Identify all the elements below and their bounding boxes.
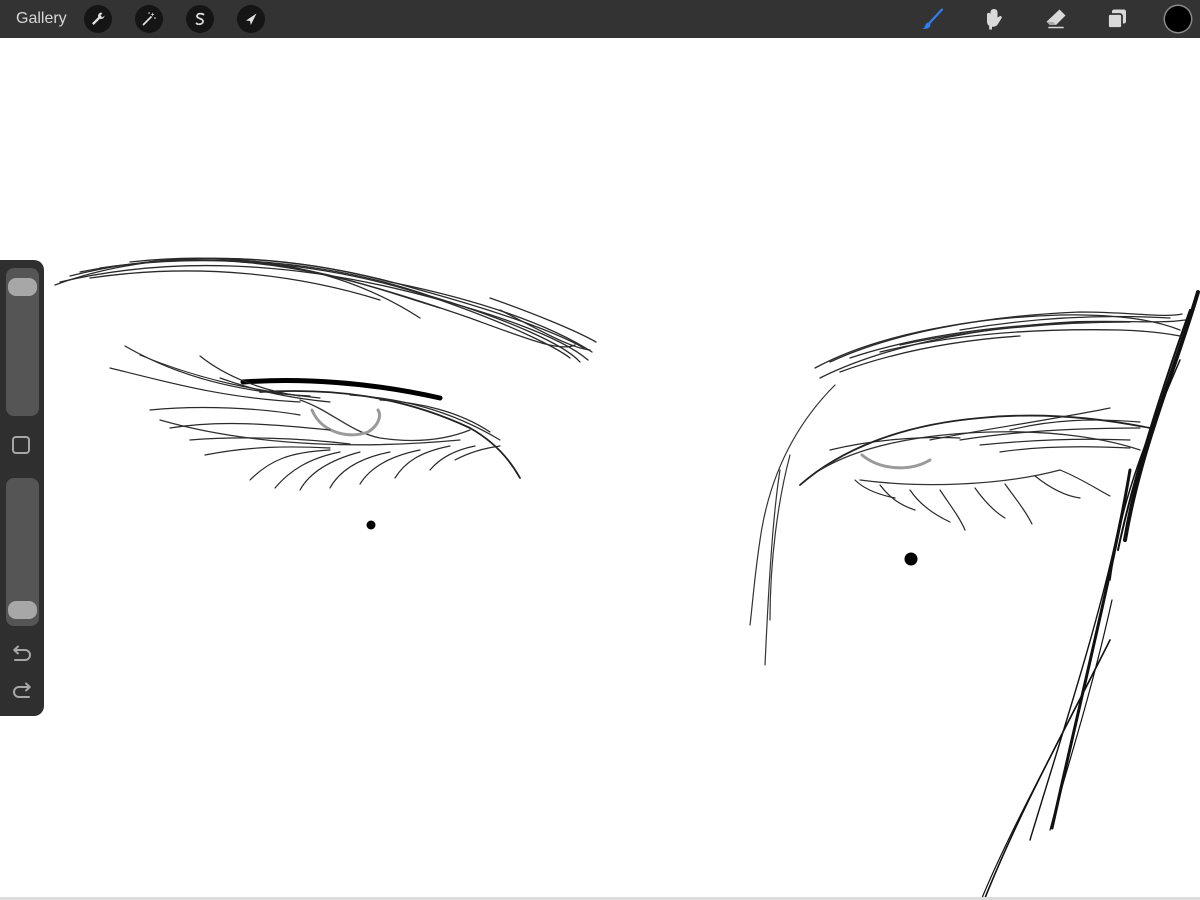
brush-opacity-slider-thumb[interactable] <box>8 600 37 619</box>
top-toolbar: Gallery <box>0 0 1200 38</box>
wrench-icon <box>92 12 105 25</box>
layers-icon <box>1107 9 1126 29</box>
brush-icon <box>922 8 944 29</box>
adjustments-button[interactable] <box>135 5 163 33</box>
left-eyebrow <box>54 257 597 363</box>
undo-icon[interactable] <box>10 644 34 666</box>
face-contour <box>981 290 1200 898</box>
modify-square-icon[interactable] <box>12 436 30 454</box>
left-sidebar <box>0 260 44 716</box>
brush-tool-button[interactable] <box>918 4 948 34</box>
sketch-artwork <box>54 257 1200 898</box>
eraser-icon <box>1046 9 1066 29</box>
brush-opacity-slider[interactable] <box>6 478 39 626</box>
layers-button[interactable] <box>1102 4 1132 34</box>
actions-button[interactable] <box>84 5 112 33</box>
right-eyebrow <box>814 311 1186 379</box>
transform-button[interactable] <box>237 5 265 33</box>
procreate-app: Gallery <box>0 0 1200 900</box>
smudge-tool-button[interactable] <box>979 4 1009 34</box>
eraser-tool-button[interactable] <box>1041 4 1071 34</box>
brush-size-slider[interactable] <box>6 268 39 416</box>
magic-wand-icon <box>142 12 156 26</box>
selection-button[interactable] <box>186 5 214 33</box>
transform-arrow-icon <box>246 13 257 25</box>
selection-s-icon <box>195 12 205 26</box>
color-picker-button[interactable] <box>1165 6 1191 32</box>
gallery-button[interactable]: Gallery <box>16 9 67 29</box>
brush-size-slider-thumb[interactable] <box>8 277 37 296</box>
left-eye <box>109 345 521 530</box>
redo-icon[interactable] <box>10 681 34 703</box>
right-eye <box>799 407 1151 566</box>
drawing-canvas[interactable] <box>0 38 1200 898</box>
smudge-icon <box>987 9 1002 30</box>
hair-strands <box>749 384 836 666</box>
